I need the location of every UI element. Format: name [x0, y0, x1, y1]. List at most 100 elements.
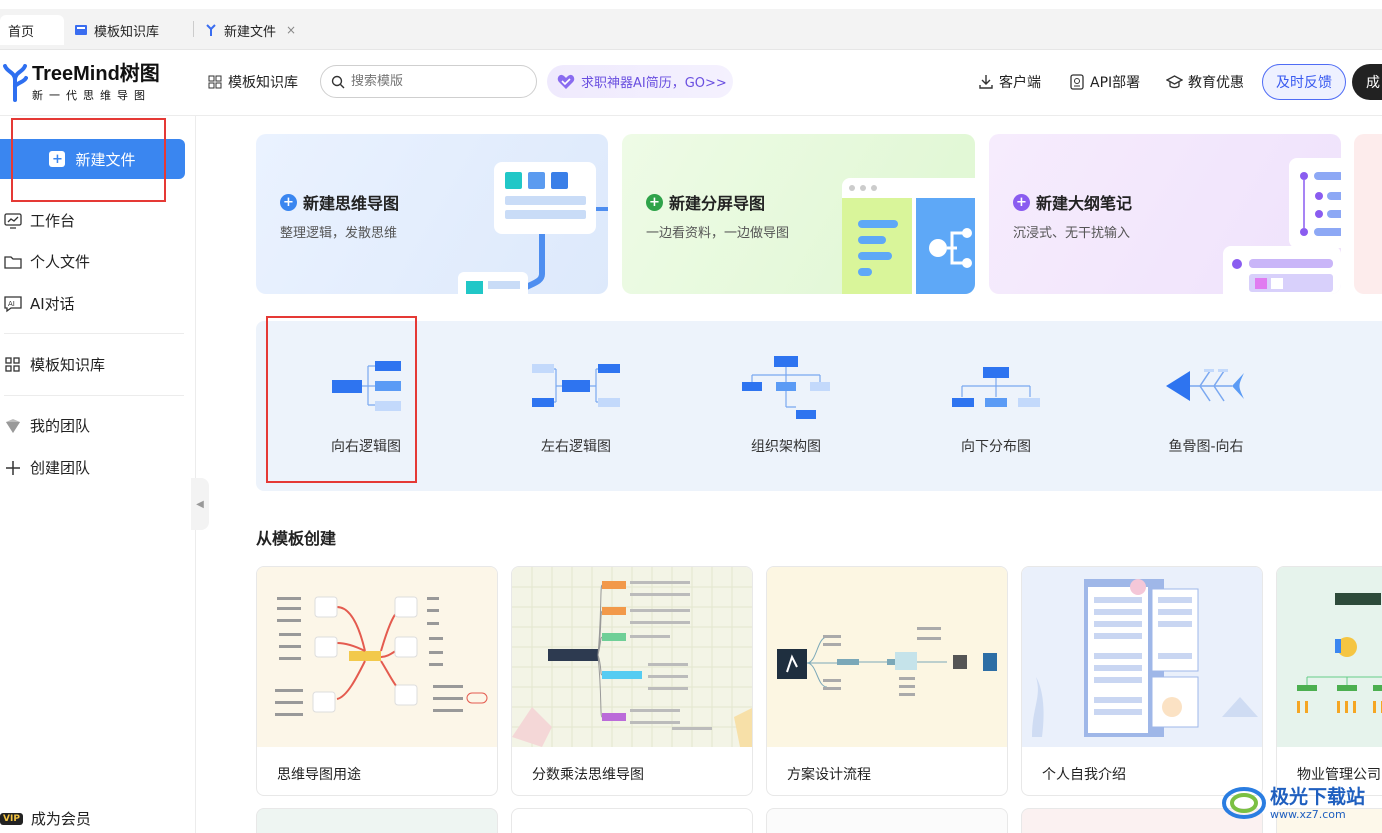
graduation-cap-icon — [1166, 74, 1183, 90]
sidebar-item-create-team[interactable]: 创建团队 — [4, 457, 90, 478]
monitor-icon — [4, 212, 22, 230]
nav-template-library-label: 模板知识库 — [228, 75, 298, 91]
template-thumbnail — [257, 567, 497, 747]
watermark-text: 极光下载站 — [1270, 785, 1366, 808]
template-thumbnail — [1022, 567, 1262, 747]
downward-map-icon — [952, 367, 1040, 407]
plus-icon — [4, 459, 22, 477]
tab-new-file[interactable]: 新建文件 × — [196, 15, 304, 45]
watermark-logo-icon — [1222, 787, 1266, 819]
search-box[interactable] — [320, 65, 537, 98]
map-type-org-chart[interactable]: 组织架构图 — [706, 321, 866, 491]
logo[interactable]: TreeMind树图 新一代思维导图 — [0, 62, 160, 103]
template-card[interactable] — [256, 808, 498, 833]
sidebar-divider — [4, 395, 184, 396]
grid-icon — [4, 356, 22, 374]
template-card[interactable] — [511, 808, 753, 833]
logo-tagline: 新一代思维导图 — [32, 89, 151, 102]
left-right-logic-icon — [532, 364, 620, 407]
close-icon[interactable]: × — [286, 23, 296, 37]
map-type-label: 组织架构图 — [751, 439, 821, 455]
fishbone-icon — [1166, 369, 1244, 402]
tab-template-library-label: 模板知识库 — [94, 24, 160, 40]
sidebar-item-template-library[interactable]: 模板知识库 — [4, 354, 105, 375]
heart-icon — [557, 74, 575, 90]
create-outline-card[interactable]: + 新建大纲笔记 沉浸式、无干扰输入 — [989, 134, 1341, 294]
template-card[interactable]: 物业管理公司 — [1276, 566, 1382, 796]
split-screen-illustration — [842, 178, 975, 294]
ai-chat-icon: AI — [4, 295, 22, 313]
sidebar-item-ai-chat[interactable]: AI AI对话 — [4, 293, 75, 314]
treemind-tab-icon — [204, 23, 218, 37]
card-desc: 整理逻辑，发散思维 — [280, 226, 398, 241]
annotation-box-right-logic — [266, 316, 417, 483]
template-name: 个人自我介绍 — [1042, 767, 1126, 783]
template-card[interactable]: 方案设计流程 — [766, 566, 1008, 796]
template-name: 思维导图用途 — [277, 767, 361, 783]
sidebar-item-personal-files[interactable]: 个人文件 — [4, 251, 90, 272]
card-title: 新建思维导图 — [303, 194, 400, 213]
sidebar-item-label: 创建团队 — [30, 459, 91, 477]
sidebar-item-label: AI对话 — [30, 295, 75, 313]
team-icon — [4, 417, 22, 435]
api-deploy-link[interactable]: API部署 — [1069, 72, 1140, 92]
create-mindmap-card[interactable]: + 新建思维导图 整理逻辑，发散思维 — [256, 134, 608, 294]
sidebar: + 新建文件 工作台 个人文件 AI AI对话 模板知识库 我的团队 创建团队 … — [0, 116, 196, 833]
template-card[interactable]: 思维导图用途 — [256, 566, 498, 796]
sidebar-item-label: 个人文件 — [30, 253, 91, 271]
tab-home[interactable]: 首页 — [0, 15, 64, 45]
outline-illustration — [1223, 158, 1341, 294]
map-type-label: 向下分布图 — [961, 439, 1031, 455]
map-type-fishbone[interactable]: 鱼骨图-向右 — [1126, 321, 1286, 491]
svg-text:AI: AI — [8, 300, 15, 308]
grid-icon — [208, 75, 222, 89]
treemind-logo-icon — [3, 64, 28, 102]
template-card[interactable]: 分数乘法思维导图 — [511, 566, 753, 796]
edu-discount-link[interactable]: 教育优惠 — [1166, 72, 1244, 92]
template-library-icon — [74, 23, 88, 37]
edu-label: 教育优惠 — [1188, 75, 1244, 91]
promo-text: 求职神器AI简历，GO>> — [581, 76, 727, 91]
become-member-button[interactable]: 成 — [1352, 64, 1382, 100]
nav-template-library[interactable]: 模板知识库 — [208, 72, 298, 92]
tab-separator — [193, 21, 194, 37]
sidebar-divider — [4, 333, 184, 334]
map-type-downward[interactable]: 向下分布图 — [916, 321, 1076, 491]
map-type-left-right-logic[interactable]: 左右逻辑图 — [496, 321, 656, 491]
create-card-partial[interactable] — [1354, 134, 1382, 294]
sidebar-item-workbench[interactable]: 工作台 — [4, 210, 75, 231]
card-desc: 沉浸式、无干扰输入 — [1013, 226, 1131, 241]
logo-name: TreeMind — [32, 63, 120, 85]
card-title: 新建分屏导图 — [669, 194, 766, 213]
card-desc: 一边看资料，一边做导图 — [646, 226, 790, 241]
become-vip-link[interactable]: VIP 成为会员 — [0, 808, 91, 829]
plus-icon: + — [1013, 193, 1030, 211]
app-header: TreeMind树图 新一代思维导图 模板知识库 求职神器AI简历，GO>> 客… — [0, 50, 1382, 116]
tab-new-file-label: 新建文件 — [224, 24, 277, 40]
sidebar-item-my-team[interactable]: 我的团队 — [4, 415, 90, 436]
watermark: 极光下载站 www.xz7.com — [1222, 778, 1382, 828]
plus-icon: + — [280, 193, 297, 211]
annotation-box-new-file — [11, 118, 166, 202]
org-chart-icon — [742, 356, 830, 419]
promo-banner[interactable]: 求职神器AI简历，GO>> — [547, 65, 733, 98]
download-icon — [978, 74, 994, 90]
vip-label: 成为会员 — [30, 810, 91, 828]
template-thumbnail — [767, 567, 1007, 747]
tab-template-library[interactable]: 模板知识库 — [66, 15, 167, 45]
card-title: 新建大纲笔记 — [1036, 194, 1133, 213]
client-download-link[interactable]: 客户端 — [978, 72, 1041, 92]
tab-home-label: 首页 — [8, 24, 35, 40]
template-card[interactable] — [766, 808, 1008, 833]
sidebar-item-label: 模板知识库 — [30, 356, 106, 374]
feedback-button[interactable]: 及时反馈 — [1262, 64, 1346, 100]
template-thumbnail — [1277, 567, 1382, 747]
watermark-url: www.xz7.com — [1270, 807, 1346, 821]
template-thumbnail — [512, 567, 752, 747]
create-split-map-card[interactable]: + 新建分屏导图 一边看资料，一边做导图 — [622, 134, 975, 294]
template-card[interactable]: 个人自我介绍 — [1021, 566, 1263, 796]
map-type-panel: 向右逻辑图 左右逻辑图 组织架构图 向下分布图 鱼骨图-向右 — [256, 321, 1382, 491]
logo-name-cn: 树图 — [119, 63, 160, 85]
mindmap-illustration — [458, 162, 608, 294]
search-input[interactable] — [351, 74, 521, 89]
